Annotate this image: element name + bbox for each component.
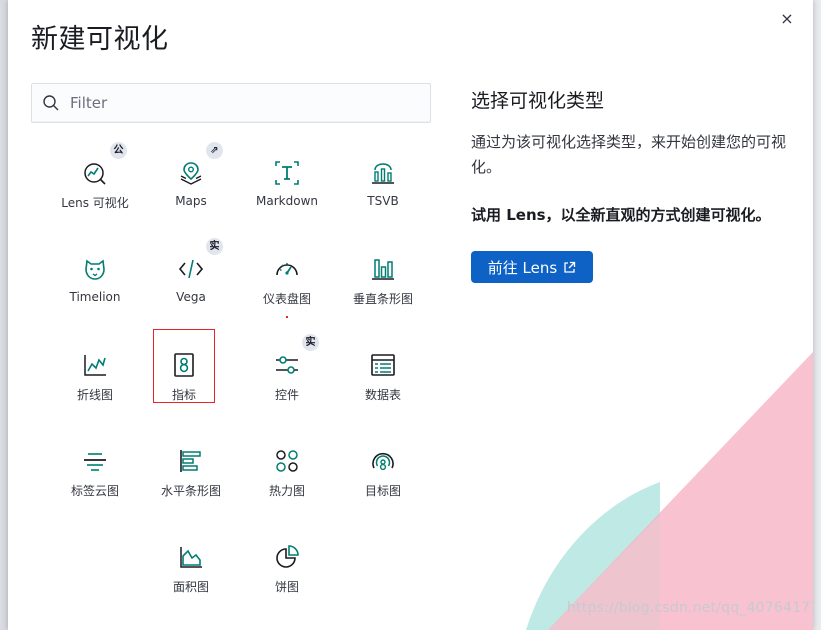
data-table-icon xyxy=(371,354,395,376)
side-panel-description: 通过为该可视化选择类型，来开始创建您的可视化。 xyxy=(471,133,787,176)
markdown-icon xyxy=(275,161,299,185)
close-icon[interactable]: × xyxy=(778,10,796,28)
lens-icon xyxy=(84,163,106,185)
horizontal-bar-icon xyxy=(180,450,201,472)
visualization-tile-label: 数据表 xyxy=(364,388,401,402)
modal-title: 新建可视化 xyxy=(31,24,169,55)
visualization-tile[interactable]: 水平条形图 xyxy=(151,434,231,514)
visualization-tile-label: 面积图 xyxy=(172,580,209,594)
visualization-tile-label: Markdown xyxy=(256,194,318,208)
go-to-lens-label: 前往 Lens xyxy=(487,258,558,277)
tile-badge: 实 xyxy=(206,238,223,255)
visualization-tile[interactable]: 仪表盘图 xyxy=(247,242,327,322)
maps-icon xyxy=(180,162,202,185)
tag-cloud-icon xyxy=(84,453,106,471)
visualization-tile-label: 饼图 xyxy=(274,580,299,594)
visualization-tile-label: 垂直条形图 xyxy=(352,292,413,306)
side-panel-title: 选择可视化类型 xyxy=(471,90,605,112)
visualization-tile[interactable]: Lens 可视化 公 xyxy=(55,142,135,226)
visualization-tile[interactable]: 数据表 xyxy=(343,338,423,418)
metric-icon xyxy=(174,353,194,377)
visualization-tile[interactable]: Vega 实 xyxy=(151,238,231,322)
tile-badge: 实 xyxy=(302,334,319,351)
visualization-tile-label: 标签云图 xyxy=(70,484,119,498)
visualization-tile-label: Vega xyxy=(176,290,206,304)
vega-icon xyxy=(178,259,204,279)
visualization-tile-label: 指标 xyxy=(171,388,196,402)
external-link-icon xyxy=(564,261,576,273)
visualization-tile-label: 仪表盘图 xyxy=(262,292,311,306)
visualization-tile[interactable]: 面积图 xyxy=(151,530,231,610)
visualization-tile[interactable]: 指标 xyxy=(153,329,215,403)
go-to-lens-button[interactable]: 前往 Lens xyxy=(471,251,593,283)
controls-icon xyxy=(276,356,298,374)
tile-badge: 公 xyxy=(110,142,127,159)
visualization-tile[interactable]: 标签云图 xyxy=(55,434,135,514)
visualization-tile[interactable]: 折线图 xyxy=(55,338,135,418)
stray-mark xyxy=(286,316,288,318)
area-chart-icon xyxy=(180,547,202,568)
line-chart-icon xyxy=(84,355,106,376)
visualization-tile-label: Maps xyxy=(175,194,207,208)
search-input[interactable] xyxy=(70,84,420,122)
watermark: https://blog.csdn.net/qq_40764171 xyxy=(567,600,813,616)
visualization-tile[interactable]: 饼图 xyxy=(247,530,327,610)
timelion-icon xyxy=(85,259,105,280)
visualization-tile[interactable]: 控件 实 xyxy=(247,334,327,418)
pie-chart-icon xyxy=(276,545,299,568)
visualization-tile[interactable]: 热力图 xyxy=(247,434,327,514)
tile-badge: ⇗ xyxy=(206,142,223,159)
visualization-tile[interactable]: Maps ⇗ xyxy=(151,142,231,226)
search-field[interactable] xyxy=(31,83,431,123)
visualization-tile-label: Timelion xyxy=(69,290,121,304)
visualization-tile[interactable]: TSVB xyxy=(343,146,423,226)
goal-icon xyxy=(372,452,394,471)
visualization-tile-label: TSVB xyxy=(367,194,399,208)
visualization-tile[interactable]: Markdown xyxy=(247,146,327,226)
visualization-tile[interactable]: 垂直条形图 xyxy=(343,242,423,322)
vertical-bar-icon xyxy=(372,259,394,280)
tsvb-icon xyxy=(372,163,394,184)
visualization-tile[interactable]: Timelion xyxy=(55,242,135,322)
gauge-icon xyxy=(276,263,298,276)
visualization-tile[interactable]: 目标图 xyxy=(343,434,423,514)
new-visualization-modal: 新建可视化 × Lens 可视化 公 Maps ⇗ Markdown TSVB Timeli… xyxy=(8,0,813,630)
visualization-tile-label: 控件 xyxy=(274,388,299,402)
visualization-tile-label: 热力图 xyxy=(268,484,305,498)
visualization-tile-label: 水平条形图 xyxy=(160,484,221,498)
heatmap-icon xyxy=(276,450,298,472)
visualization-tile-label: Lens 可视化 xyxy=(61,196,129,210)
visualization-tile-label: 目标图 xyxy=(364,484,401,498)
lens-promo-text: 试用 Lens，以全新直观的方式创建可视化。 xyxy=(471,206,771,224)
page-background-left xyxy=(0,0,8,630)
search-icon xyxy=(43,95,59,111)
